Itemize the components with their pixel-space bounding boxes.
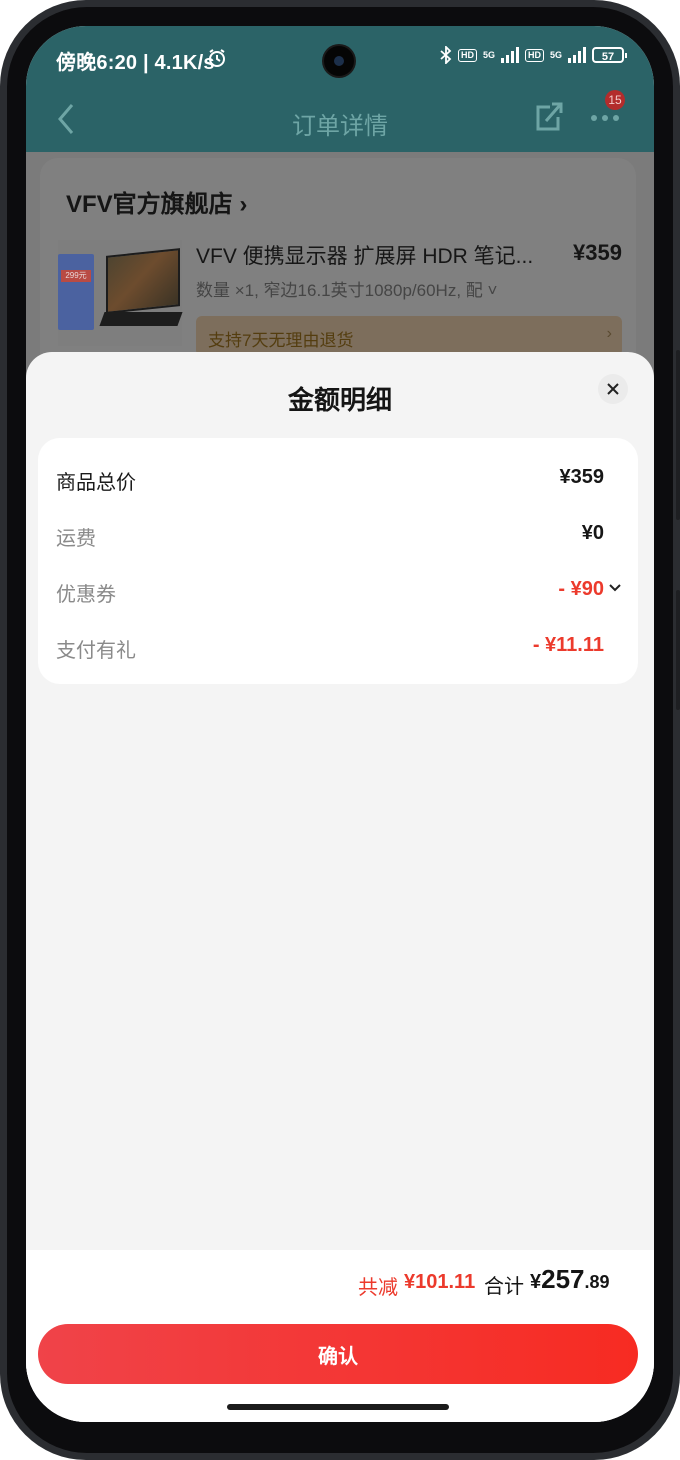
total-label: 合计: [484, 1276, 524, 1298]
summary-bar: 共减 ¥101.11 合计 ¥257.89: [26, 1250, 654, 1320]
battery-icon: 57: [592, 47, 627, 63]
row-coupon[interactable]: 优惠券 - ¥90: [56, 578, 621, 608]
store-link[interactable]: VFV官方旗舰店 ›: [66, 184, 247, 219]
power-button: [676, 590, 680, 710]
bluetooth-icon: [440, 46, 452, 64]
status-icons: HD 5G HD 5G 57: [440, 46, 627, 64]
row-label: 商品总价: [56, 472, 136, 494]
row-value: ¥359: [559, 466, 605, 488]
saved-value: ¥101.11: [404, 1271, 476, 1293]
product-image[interactable]: 299元: [58, 240, 183, 346]
front-camera: [324, 46, 354, 76]
share-icon[interactable]: [532, 100, 564, 134]
close-button[interactable]: [598, 374, 628, 404]
hd-icon-2: HD: [524, 48, 544, 62]
row-label: 运费: [56, 528, 96, 550]
volume-button: [676, 350, 680, 520]
phone-frame: 傍晚6:20 | 4.1K/s HD 5G HD 5G 57 订单详情 15 V…: [0, 0, 680, 1460]
chevron-down-icon: ˅: [487, 281, 498, 300]
status-time: 傍晚6:20 | 4.1K/s: [56, 52, 215, 74]
row-label: 优惠券: [56, 584, 116, 606]
confirm-button[interactable]: 确认: [38, 1324, 638, 1384]
hd-icon: HD: [457, 48, 477, 62]
alarm-icon: [209, 49, 225, 67]
row-label: 支付有礼: [56, 640, 136, 662]
row-payment-gift: 支付有礼 - ¥11.11: [56, 634, 604, 664]
network-label: 5G: [482, 50, 495, 60]
chevron-right-icon: ›: [606, 325, 612, 342]
top-nav: 订单详情 15: [26, 90, 654, 152]
product-price: ¥359: [573, 240, 622, 265]
signal-icon-2: [568, 47, 586, 63]
total-integer: 257: [541, 1264, 585, 1294]
total-currency: ¥: [530, 1271, 542, 1293]
monitor-picture: [106, 248, 180, 314]
return-policy-text: 支持7天无理由退货: [208, 331, 354, 350]
signal-icon: [500, 47, 519, 63]
row-value: - ¥11.11: [532, 634, 604, 656]
product-spec-text: 数量 ×1, 窄边16.1英寸1080p/60Hz, 配: [196, 281, 483, 300]
return-policy-banner[interactable]: 支持7天无理由退货 ›: [196, 316, 622, 356]
total-value: ¥257.89: [530, 1264, 610, 1295]
product-image-tag: 299元: [58, 254, 94, 330]
network-label-2: 5G: [549, 50, 562, 60]
product-title[interactable]: VFV 便携显示器 扩展屏 HDR 笔记...: [196, 240, 533, 270]
monitor-stand: [99, 312, 183, 326]
notification-badge: 15: [605, 90, 625, 110]
close-icon: [607, 383, 619, 395]
total-decimal: .89: [584, 1272, 610, 1292]
home-indicator[interactable]: [227, 1404, 449, 1410]
chevron-down-icon[interactable]: [608, 582, 622, 594]
screen: 傍晚6:20 | 4.1K/s HD 5G HD 5G 57 订单详情 15 V…: [26, 26, 654, 1422]
row-shipping: 运费 ¥0: [56, 522, 604, 552]
amount-detail-card: 商品总价 ¥359 运费 ¥0 优惠券 - ¥90 支付有礼 - ¥11.11: [38, 438, 638, 684]
store-name: VFV官方旗舰店: [66, 191, 233, 218]
row-value: - ¥90: [558, 578, 604, 600]
chevron-right-icon: ›: [239, 191, 248, 218]
row-goods-total: 商品总价 ¥359: [56, 466, 604, 496]
product-spec[interactable]: 数量 ×1, 窄边16.1英寸1080p/60Hz, 配 ˅: [196, 276, 497, 301]
status-bar: 傍晚6:20 | 4.1K/s HD 5G HD 5G 57: [26, 26, 654, 90]
saved-label: 共减: [358, 1277, 398, 1299]
row-value: ¥0: [581, 522, 604, 544]
product-image-price: 299元: [61, 270, 91, 282]
sheet-title: 金额明细: [287, 385, 392, 415]
